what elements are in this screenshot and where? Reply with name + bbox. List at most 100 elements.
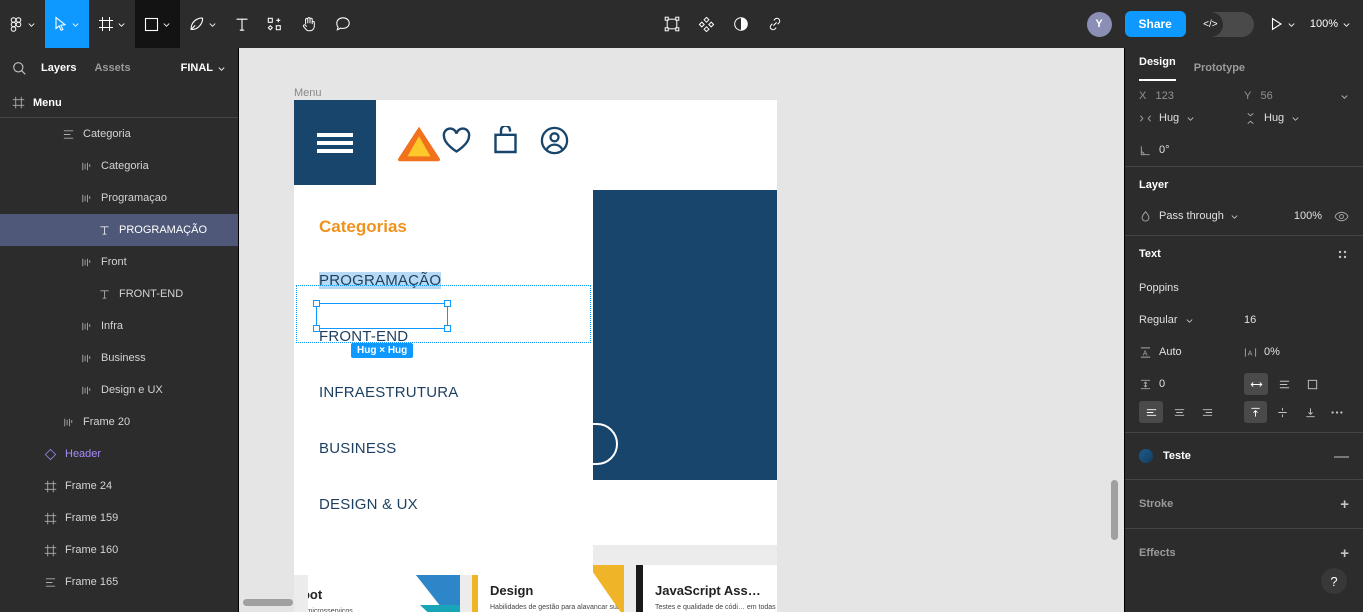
auto-height-icon[interactable] xyxy=(1272,373,1296,395)
layer-row[interactable]: Programaçao xyxy=(0,182,238,214)
layer-row[interactable]: Business xyxy=(0,342,238,374)
remove-fill-button[interactable]: — xyxy=(1334,449,1349,464)
chevron-down-icon xyxy=(1292,116,1299,121)
comment-tool-icon[interactable] xyxy=(326,0,360,48)
text-icon xyxy=(100,225,109,235)
opacity-value[interactable]: 100% xyxy=(1294,210,1322,222)
text-more-options-icon[interactable] xyxy=(1326,401,1349,423)
align-middle-icon[interactable] xyxy=(1271,401,1294,423)
canvas-vertical-scrollbar[interactable] xyxy=(1111,480,1118,540)
height-value: Hug xyxy=(1264,112,1285,124)
tab-prototype[interactable]: Prototype xyxy=(1194,62,1245,74)
fill-color-swatch[interactable] xyxy=(1139,449,1153,463)
menu-component: Categorias PROGRAMAÇÃO FRONT-END INFRAESTR… xyxy=(294,100,593,575)
canvas[interactable]: Menu …çar? …o que …mento! …tura? …OS …g … xyxy=(239,48,1124,612)
width-control[interactable]: Hug xyxy=(1139,112,1244,125)
root-frame-row[interactable]: Menu xyxy=(0,88,238,118)
menu-item[interactable]: DESIGN & UX xyxy=(294,476,593,532)
figma-menu-icon[interactable] xyxy=(0,0,45,48)
user-account-icon[interactable] xyxy=(540,126,569,160)
add-stroke-button[interactable]: + xyxy=(1340,497,1349,512)
add-effect-button[interactable]: + xyxy=(1340,546,1349,561)
layer-name: Frame 165 xyxy=(65,576,119,588)
layer-row[interactable]: Front xyxy=(0,246,238,278)
card-item[interactable]: JavaScript Ass… Testes e qualidade de có… xyxy=(636,565,777,612)
toolbar-left-tools xyxy=(0,0,360,48)
layer-row[interactable]: Infra xyxy=(0,310,238,342)
rotation-row[interactable]: 0° xyxy=(1139,134,1349,166)
frame-tool-icon[interactable] xyxy=(89,0,135,48)
fill-style-name[interactable]: Teste xyxy=(1163,450,1191,462)
blend-mode-value[interactable]: Pass through xyxy=(1159,210,1224,222)
chevron-down-icon xyxy=(1186,318,1193,323)
letter-spacing-control[interactable]: A 0% xyxy=(1244,346,1349,359)
layer-row[interactable]: Frame 24 xyxy=(0,470,238,502)
hand-tool-icon[interactable] xyxy=(292,0,326,48)
align-center-icon[interactable] xyxy=(1167,401,1191,423)
layer-name: Business xyxy=(101,352,146,364)
layer-row[interactable]: Categoria xyxy=(0,150,238,182)
font-size-control[interactable]: 16 xyxy=(1244,314,1349,326)
design-panel: Design Prototype X 123 Y 56 Hug Hug 0° L… xyxy=(1124,48,1363,612)
align-left-icon[interactable] xyxy=(1139,401,1163,423)
align-top-icon[interactable] xyxy=(1244,401,1268,423)
brand-logo-icon[interactable] xyxy=(396,123,442,163)
present-button[interactable] xyxy=(1270,17,1296,31)
layer-row[interactable]: FRONT-END xyxy=(0,278,238,310)
font-family-row[interactable]: Poppins xyxy=(1139,272,1349,304)
shopping-bag-icon[interactable] xyxy=(493,124,518,159)
autolayout-icon xyxy=(45,577,56,587)
layer-row[interactable]: Frame 160 xyxy=(0,534,238,566)
menu-item[interactable]: BUSINESS xyxy=(294,420,593,476)
layer-row[interactable]: Design e UX xyxy=(0,374,238,406)
zoom-control[interactable]: 100% xyxy=(1310,18,1351,30)
resources-tool-icon[interactable] xyxy=(258,0,292,48)
search-icon[interactable] xyxy=(12,61,27,76)
chevron-down-icon xyxy=(1231,214,1238,219)
visibility-eye-icon[interactable] xyxy=(1334,210,1349,223)
font-weight-control[interactable]: Regular xyxy=(1139,314,1244,326)
menu-item[interactable]: INFRAESTRUTURA xyxy=(294,364,593,420)
page-selector[interactable]: FINAL xyxy=(181,62,226,74)
layer-row[interactable]: Categoria xyxy=(0,118,238,150)
help-button[interactable]: ? xyxy=(1321,568,1347,594)
align-right-icon[interactable] xyxy=(1195,401,1219,423)
chevron-down-icon xyxy=(1343,22,1350,27)
menu-item[interactable]: PROGRAMAÇÃO xyxy=(294,252,593,308)
layer-row[interactable]: PROGRAMAÇÃO xyxy=(0,214,238,246)
component-icon[interactable] xyxy=(655,0,689,48)
height-control[interactable]: Hug xyxy=(1244,112,1349,125)
layer-row[interactable]: Frame 159 xyxy=(0,502,238,534)
share-button[interactable]: Share xyxy=(1124,11,1186,37)
tab-layers[interactable]: Layers xyxy=(41,62,76,74)
stroke-section-title: Stroke + xyxy=(1139,495,1349,513)
heart-icon[interactable] xyxy=(442,126,471,159)
dev-mode-toggle[interactable]: </> xyxy=(1197,11,1254,37)
hamburger-menu-icon[interactable] xyxy=(294,100,376,185)
align-bottom-icon[interactable] xyxy=(1299,401,1322,423)
layer-row[interactable]: Frame 20 xyxy=(0,406,238,438)
tab-design[interactable]: Design xyxy=(1139,56,1176,81)
paragraph-spacing-control[interactable]: 0 xyxy=(1139,378,1244,391)
plugins-icon[interactable] xyxy=(689,0,724,48)
link-icon[interactable] xyxy=(758,0,792,48)
canvas-horizontal-scrollbar[interactable] xyxy=(243,599,293,606)
text-tool-icon[interactable] xyxy=(226,0,258,48)
auto-width-icon[interactable] xyxy=(1244,373,1268,395)
rotation-icon xyxy=(1140,145,1150,155)
tab-assets[interactable]: Assets xyxy=(94,62,130,74)
shape-tool-icon[interactable] xyxy=(135,0,180,48)
pen-tool-icon[interactable] xyxy=(180,0,226,48)
text-group-icon xyxy=(82,194,91,202)
fixed-size-icon[interactable] xyxy=(1300,373,1324,395)
line-height-control[interactable]: A Auto xyxy=(1139,346,1244,359)
layer-row[interactable]: Header xyxy=(0,438,238,470)
styles-icon[interactable] xyxy=(724,0,758,48)
line-height-value: Auto xyxy=(1159,346,1182,358)
avatar[interactable]: Y xyxy=(1086,11,1112,37)
move-tool-icon[interactable] xyxy=(45,0,89,48)
blend-mode-row: Pass through 100% xyxy=(1139,203,1349,235)
menu-item[interactable]: FRONT-END xyxy=(294,308,593,364)
text-styles-icon[interactable] xyxy=(1336,248,1349,261)
layer-row[interactable]: Frame 165 xyxy=(0,566,238,598)
